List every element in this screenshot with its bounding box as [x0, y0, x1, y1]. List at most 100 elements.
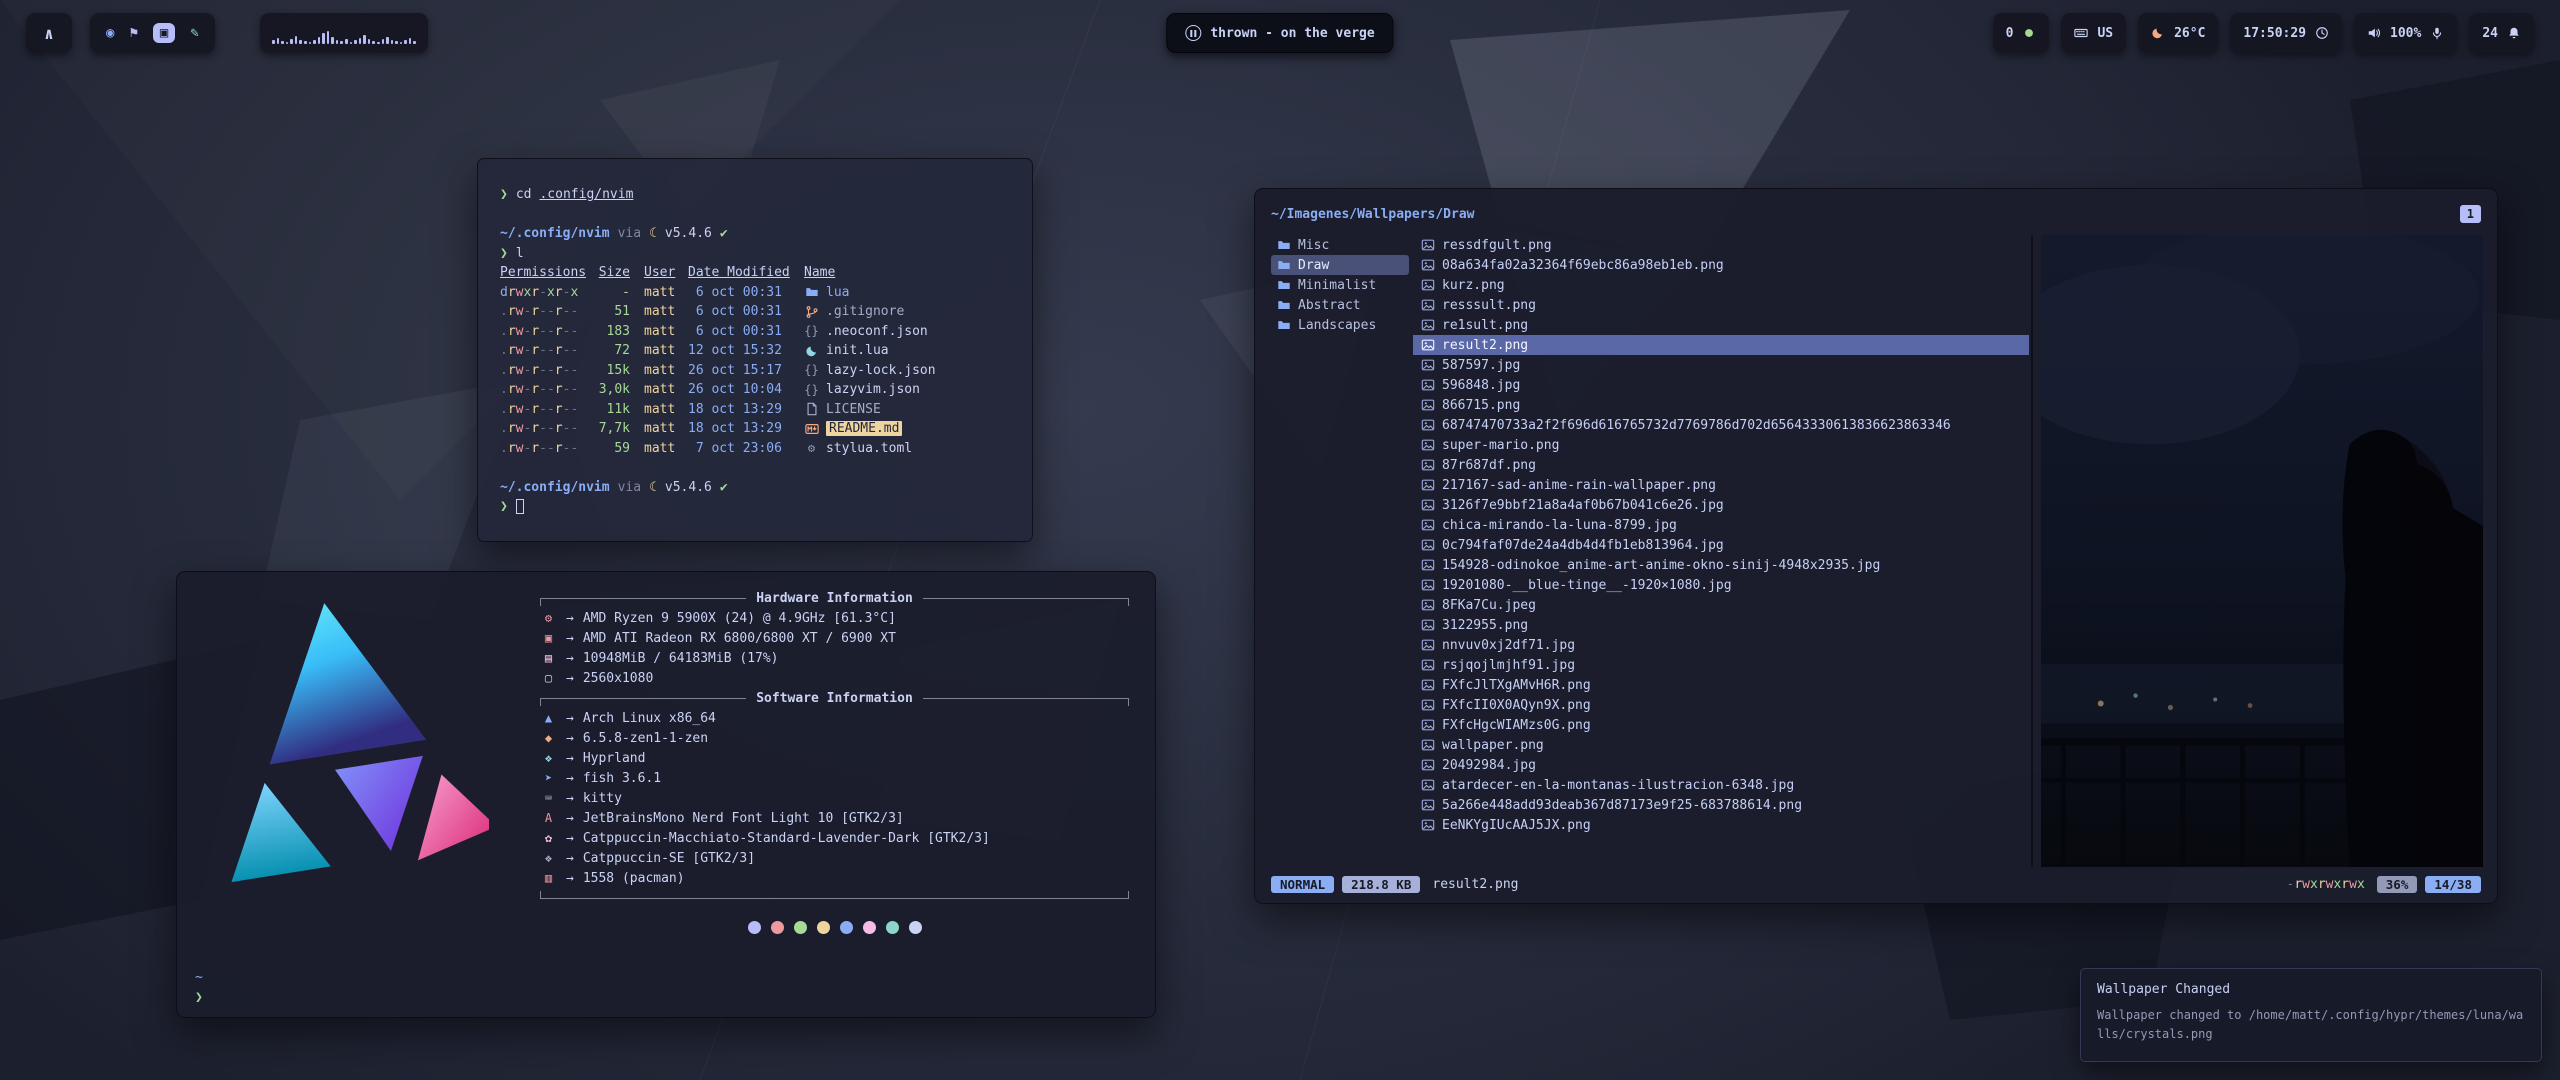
- notifications-module[interactable]: 24: [2469, 13, 2534, 53]
- sidebar-folder-misc[interactable]: Misc: [1271, 235, 1409, 255]
- file-position-badge: 14/38: [2425, 876, 2481, 893]
- shell-prompt: ~ ❯: [195, 968, 203, 1007]
- file-item[interactable]: super-mario.png: [1413, 435, 2029, 455]
- weather-module[interactable]: 26°C: [2138, 13, 2218, 53]
- file-item[interactable]: resssult.png: [1413, 295, 2029, 315]
- file-item[interactable]: EeNKYgIUcAAJ5JX.png: [1413, 815, 2029, 835]
- arrow-icon: →: [566, 811, 574, 826]
- workspace-web-button[interactable]: ⚑: [129, 26, 137, 40]
- file-item[interactable]: atardecer-en-la-montanas-ilustracion-634…: [1413, 775, 2029, 795]
- info-line: ⌨→kitty: [540, 788, 1129, 808]
- file-item[interactable]: kurz.png: [1413, 275, 2029, 295]
- git-icon: [804, 305, 819, 319]
- image-icon: [1421, 738, 1435, 752]
- tab-badge[interactable]: 1: [2460, 205, 2481, 223]
- image-icon: [1421, 818, 1435, 832]
- media-player-widget[interactable]: thrown - on the verge: [1166, 13, 1393, 53]
- command: l: [516, 246, 524, 261]
- cpu-graph[interactable]: [260, 13, 428, 53]
- terminal-window[interactable]: ❯cd.config/nvim ~/.config/nvimvia☾v5.4.6…: [477, 158, 1033, 542]
- image-icon: [1421, 238, 1435, 252]
- file-item[interactable]: 0c794faf07de24a4db4d4fb1eb813964.jpg: [1413, 535, 2029, 555]
- workspace-terminal-button[interactable]: ◉: [106, 26, 114, 40]
- file-item[interactable]: 3126f7e9bbf21a8a4af0b67b041c6e26.jpg: [1413, 495, 2029, 515]
- file-item[interactable]: 596848.jpg: [1413, 375, 2029, 395]
- arrow-icon: →: [566, 791, 574, 806]
- info-line: ➤→fish 3.6.1: [540, 768, 1129, 788]
- file-item[interactable]: 68747470733a2f2f696d616765732d7769786d70…: [1413, 415, 2029, 435]
- desktop: ∧ ◉ ⚑ ▣ ✎ thrown - on the verge 0 US 26°C 17:5…: [0, 0, 2560, 1080]
- dot-icon: [2022, 26, 2036, 40]
- file-item[interactable]: 587597.jpg: [1413, 355, 2029, 375]
- info-line: ⚙→AMD Ryzen 9 5900X (24) @ 4.9GHz [61.3°…: [540, 608, 1129, 628]
- volume-module[interactable]: 100%: [2354, 13, 2457, 53]
- packages-icon: ▥: [540, 871, 557, 885]
- file-item[interactable]: 3122955.png: [1413, 615, 2029, 635]
- info-line: ▢→2560x1080: [540, 668, 1129, 688]
- image-icon: [1421, 538, 1435, 552]
- volume-value: 100%: [2390, 26, 2421, 41]
- file-item[interactable]: FXfcHgcWIAMzs0G.png: [1413, 715, 2029, 735]
- image-icon: [1421, 718, 1435, 732]
- sidebar-folder-landscapes[interactable]: Landscapes: [1271, 315, 1409, 335]
- workspace-files-button[interactable]: ▣: [153, 23, 175, 43]
- file-item[interactable]: 5a266e448add93deab367d87173e9f25-6837886…: [1413, 795, 2029, 815]
- file-item[interactable]: chica-mirando-la-luna-8799.jpg: [1413, 515, 2029, 535]
- image-icon: [1421, 398, 1435, 412]
- braces-icon: {}: [804, 383, 819, 397]
- cwd: ~/.config/nvim: [500, 226, 610, 241]
- info-line: ▲→Arch Linux x86_64: [540, 708, 1129, 728]
- mode-indicator: NORMAL: [1271, 876, 1334, 893]
- theme-icon: ✿: [540, 831, 557, 845]
- file-item[interactable]: 217167-sad-anime-rain-wallpaper.png: [1413, 475, 2029, 495]
- via-label: via: [618, 480, 641, 495]
- sidebar-folder-draw[interactable]: Draw: [1271, 255, 1409, 275]
- terminal-icon: ⌨: [540, 791, 557, 805]
- notification-popup[interactable]: Wallpaper Changed Wallpaper changed to /…: [2080, 968, 2542, 1062]
- file-item[interactable]: ressdfgult.png: [1413, 235, 2029, 255]
- folder-icon: [1277, 298, 1291, 312]
- sidebar-folder-abstract[interactable]: Abstract: [1271, 295, 1409, 315]
- file-item[interactable]: 19201080-__blue-tinge__-1920×1080.jpg: [1413, 575, 2029, 595]
- file-item[interactable]: FXfcJlTXgAMvH6R.png: [1413, 675, 2029, 695]
- file-item[interactable]: rsjqojlmjhf91.jpg: [1413, 655, 2029, 675]
- clock-module[interactable]: 17:50:29: [2230, 13, 2342, 53]
- file-item[interactable]: wallpaper.png: [1413, 735, 2029, 755]
- palette-dot: [863, 921, 876, 934]
- distro-logo: [199, 584, 489, 896]
- image-icon: [1421, 798, 1435, 812]
- info-line: ❖→Hyprland: [540, 748, 1129, 768]
- image-icon: [1421, 298, 1435, 312]
- file-item[interactable]: FXfcII0X0AQyn9X.png: [1413, 695, 2029, 715]
- palette-dot: [794, 921, 807, 934]
- bell-icon: [2507, 26, 2521, 40]
- file-item[interactable]: 20492984.jpg: [1413, 755, 2029, 775]
- keyboard-layout-module[interactable]: US: [2061, 13, 2126, 53]
- sidebar-folder-minimalist[interactable]: Minimalist: [1271, 275, 1409, 295]
- file-item[interactable]: 87r687df.png: [1413, 455, 2029, 475]
- workspace-design-button[interactable]: ✎: [190, 26, 198, 40]
- moon-icon: [2151, 26, 2165, 40]
- image-icon: [1421, 778, 1435, 792]
- arrow-icon: →: [566, 771, 574, 786]
- file-size-badge: 218.8 KB: [1342, 876, 1420, 893]
- updates-module[interactable]: 0: [1993, 13, 2050, 53]
- palette-dot: [817, 921, 830, 934]
- file-item[interactable]: 866715.png: [1413, 395, 2029, 415]
- file-manager-window[interactable]: ~/Imagenes/Wallpapers/Draw 1 MiscDrawMin…: [1254, 188, 2498, 904]
- file-item[interactable]: 08a634fa02a32364f69ebc86a98eb1eb.png: [1413, 255, 2029, 275]
- file-item[interactable]: re1sult.png: [1413, 315, 2029, 335]
- pane-divider: [2031, 235, 2033, 867]
- info-line: ✿→Catppuccin-Macchiato-Standard-Lavender…: [540, 828, 1129, 848]
- clock-value: 17:50:29: [2243, 26, 2306, 41]
- software-info-lines: ▲→Arch Linux x86_64◆→6.5.8-zen1-1-zen❖→H…: [540, 708, 1129, 888]
- moon-icon: [804, 344, 819, 358]
- breadcrumb-path: ~/Imagenes/Wallpapers/Draw: [1271, 207, 1475, 222]
- file-item[interactable]: nnvuv0xj2df71.jpg: [1413, 635, 2029, 655]
- file-item[interactable]: 154928-odinokoe_anime-art-anime-okno-sin…: [1413, 555, 2029, 575]
- file-item[interactable]: result2.png: [1413, 335, 2029, 355]
- cwd: ~/.config/nvim: [500, 480, 610, 495]
- cpu-icon: ⚙: [540, 611, 557, 625]
- file-item[interactable]: 8FKa7Cu.jpeg: [1413, 595, 2029, 615]
- launcher-button[interactable]: ∧: [26, 13, 72, 53]
